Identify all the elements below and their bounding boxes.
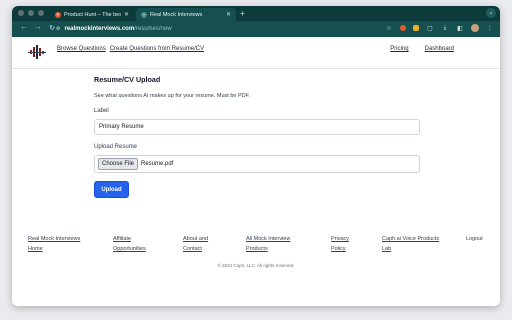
nav-dashboard[interactable]: Dashboard xyxy=(425,46,454,52)
upload-field-label: Upload Resume xyxy=(94,144,138,150)
tab-real-mock-interviews[interactable]: + Real Mock Interviews ✕ xyxy=(136,8,236,21)
footer-link-line: All Mock Interview xyxy=(246,236,291,242)
label-input[interactable]: Primary Resume xyxy=(94,119,420,135)
choose-file-button[interactable]: Choose File xyxy=(98,158,139,170)
footer-link-line: Real Mock Interviews xyxy=(28,236,81,242)
download-icon[interactable]: ⤓ xyxy=(441,25,449,32)
footer-link-line: Contact xyxy=(183,246,202,252)
extension-icon[interactable] xyxy=(400,25,406,31)
site-info-icon[interactable]: ⚙ xyxy=(56,26,60,32)
tab-search-icon[interactable]: ⌄ xyxy=(486,8,496,18)
footer-link-about[interactable]: About and Contact xyxy=(183,234,208,254)
forward-icon[interactable]: → xyxy=(32,24,44,32)
address-bar[interactable]: ⚙ realmockinterviews.com/resumes/new xyxy=(56,23,406,34)
primary-nav: Browse Questions Create Questions from R… xyxy=(57,46,204,52)
window-controls xyxy=(18,10,44,16)
product-hunt-favicon-icon: P xyxy=(55,11,61,18)
nav-pricing[interactable]: Pricing xyxy=(390,46,408,52)
close-tab-icon[interactable]: ✕ xyxy=(124,11,129,18)
label-field-label: Label xyxy=(94,108,109,114)
account-nav: Pricing Dashboard xyxy=(386,46,454,52)
footer-link-line: Lab xyxy=(382,246,392,252)
footer-link-line: Policy xyxy=(331,246,346,252)
nav-browse-questions[interactable]: Browse Questions xyxy=(57,46,106,52)
site-favicon-icon: + xyxy=(141,11,147,18)
site-logo-icon[interactable] xyxy=(28,43,46,61)
footer-link-line: Opportunities xyxy=(113,246,146,252)
web-page: Browse Questions Create Questions from R… xyxy=(12,37,500,306)
footer-link-line: Products xyxy=(246,246,268,252)
bookmark-star-icon[interactable]: ☆ xyxy=(385,25,393,32)
footer-link-line: Affiliate xyxy=(113,236,131,242)
form-description: See what questions AI makes up for your … xyxy=(94,93,250,99)
selected-file-name: Resume.pdf xyxy=(141,161,174,167)
resume-file-input[interactable]: Choose File Resume.pdf xyxy=(94,155,420,173)
footer-link-line: Privacy xyxy=(331,236,350,242)
extension-icon[interactable] xyxy=(413,25,419,31)
new-tab-icon[interactable]: + xyxy=(240,8,245,19)
upload-button[interactable]: Upload xyxy=(94,181,129,198)
tab-title: Real Mock Interviews xyxy=(150,11,203,18)
tab-title: Product Hunt – The best new xyxy=(64,11,121,18)
close-tab-icon[interactable]: ✕ xyxy=(226,11,231,18)
url-path: /resumes/new xyxy=(134,25,172,32)
url-host: realmockinterviews.com xyxy=(64,25,135,32)
logout-link[interactable]: Logout xyxy=(466,234,483,244)
nav-create-questions[interactable]: Create Questions from Resume/CV xyxy=(110,46,204,52)
side-panel-icon[interactable]: ◧ xyxy=(456,25,464,32)
tab-strip: P Product Hunt – The best new ✕ + Real M… xyxy=(12,6,500,21)
browser-toolbar: ← → ↻ ⚙ realmockinterviews.com/resumes/n… xyxy=(12,21,500,37)
footer-link-products[interactable]: All Mock Interview Products xyxy=(246,234,290,254)
menu-kebab-icon[interactable]: ⋮ xyxy=(486,25,494,32)
tab-product-hunt[interactable]: P Product Hunt – The best new ✕ xyxy=(50,8,134,21)
footer-link-line: About and xyxy=(183,236,209,242)
footer-link-home[interactable]: Real Mock Interviews Home xyxy=(28,234,80,254)
profile-avatar[interactable] xyxy=(471,24,479,32)
copyright-text: © 2024 Caph, LLC. All rights reserved. xyxy=(217,263,295,268)
resume-upload-form: Resume/CV Upload See what questions AI m… xyxy=(94,75,420,198)
footer-link-line: Home xyxy=(28,246,43,252)
browser-window: P Product Hunt – The best new ✕ + Real M… xyxy=(12,6,500,306)
minimize-window-button[interactable] xyxy=(28,10,34,16)
page-title: Resume/CV Upload xyxy=(94,75,161,84)
footer-link-affiliate[interactable]: Affiliate Opportunities xyxy=(113,234,146,254)
toolbar-actions: ☆ ▢ ⤓ ◧ ⋮ xyxy=(385,24,494,32)
footer-link-line: Caph.ai Voice Products xyxy=(382,236,440,242)
footer-link-privacy[interactable]: Privacy Policy xyxy=(331,234,349,254)
extensions-puzzle-icon[interactable]: ▢ xyxy=(426,25,434,32)
nav-buttons: ← → ↻ xyxy=(18,24,58,32)
close-window-button[interactable] xyxy=(18,10,24,16)
footer-link-voice-lab[interactable]: Caph.ai Voice Products Lab xyxy=(382,234,439,254)
maximize-window-button[interactable] xyxy=(38,10,44,16)
site-header: Browse Questions Create Questions from R… xyxy=(12,37,500,69)
back-icon[interactable]: ← xyxy=(18,24,30,32)
